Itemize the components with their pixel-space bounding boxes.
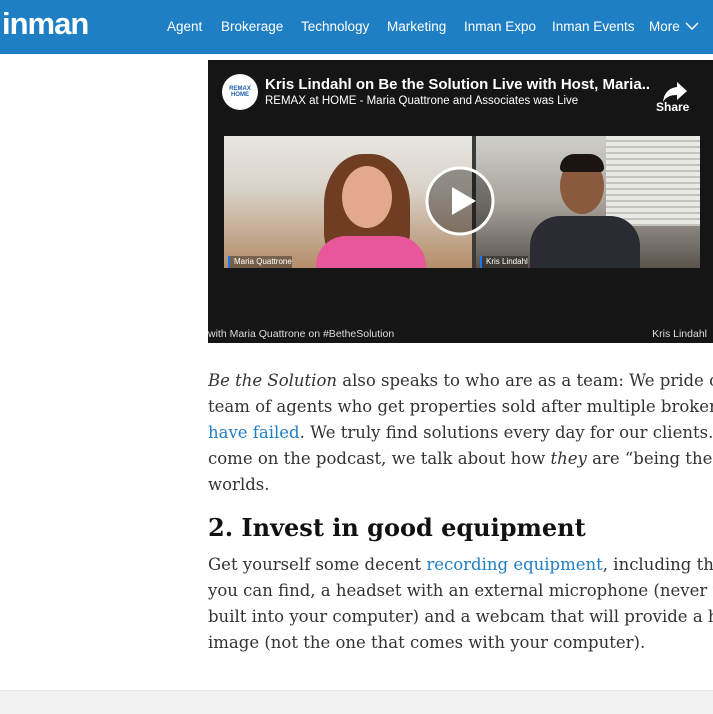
left-name-tag: Maria Quattrone <box>228 256 292 268</box>
paragraph-line: have failed. We truly find solutions eve… <box>208 423 713 442</box>
section-heading: 2. Invest in good equipment <box>208 513 586 542</box>
recording-equipment-link[interactable]: recording equipment <box>426 555 602 574</box>
play-icon[interactable] <box>424 165 496 237</box>
paragraph-line: team of agents who get properties sold a… <box>208 397 713 416</box>
paragraph-line: image (not the one that comes with your … <box>208 633 646 652</box>
right-participant-video <box>476 136 700 268</box>
nav-technology[interactable]: Technology <box>301 18 369 36</box>
article-body: Be the Solution also speaks to who are a… <box>208 368 713 656</box>
chevron-down-icon[interactable] <box>685 21 699 31</box>
italic-text: Be the Solution <box>208 371 338 390</box>
participant-face <box>342 166 392 228</box>
paragraph-line: Be the Solution also speaks to who are a… <box>208 371 713 390</box>
paragraph-line: worlds. <box>208 475 270 494</box>
nav-more[interactable]: More <box>649 18 680 36</box>
italic-text: they <box>550 449 587 468</box>
video-title[interactable]: Kris Lindahl on Be the Solution Live wit… <box>265 76 650 94</box>
have-failed-link[interactable]: have failed <box>208 423 300 442</box>
avatar-text: REMAX HOME <box>229 86 251 98</box>
participant-body <box>530 216 640 268</box>
inman-logo[interactable]: inman <box>2 4 89 44</box>
share-button-label[interactable]: Share <box>656 100 689 114</box>
paragraph-line: come on the podcast, we talk about how t… <box>208 449 713 468</box>
participant-hair <box>560 154 604 172</box>
facebook-video-embed[interactable]: REMAX HOME Kris Lindahl on Be the Soluti… <box>208 60 713 343</box>
nav-brokerage[interactable]: Brokerage <box>221 18 283 36</box>
top-navigation-bar: inman Agent Brokerage Technology Marketi… <box>0 0 713 54</box>
page-avatar[interactable]: REMAX HOME <box>222 74 258 110</box>
nav-inman-events[interactable]: Inman Events <box>552 18 635 36</box>
nav-agent[interactable]: Agent <box>167 18 202 36</box>
window-blinds <box>606 136 700 226</box>
paragraph-line: built into your computer) and a webcam t… <box>208 607 713 626</box>
paragraph-line: Get yourself some decent recording equip… <box>208 555 713 574</box>
video-caption-right: Kris Lindahl <box>652 328 707 340</box>
video-subtitle: REMAX at HOME - Maria Quattrone and Asso… <box>265 95 579 107</box>
nav-marketing[interactable]: Marketing <box>387 18 446 36</box>
nav-inman-expo[interactable]: Inman Expo <box>464 18 536 36</box>
paragraph-line: you can find, a headset with an external… <box>208 581 713 600</box>
footer-divider-strip <box>0 690 713 714</box>
participant-body <box>316 236 426 268</box>
right-name-tag: Kris Lindahl <box>480 256 528 268</box>
video-caption-left: with Maria Quattrone on #BetheSolution <box>208 328 395 340</box>
